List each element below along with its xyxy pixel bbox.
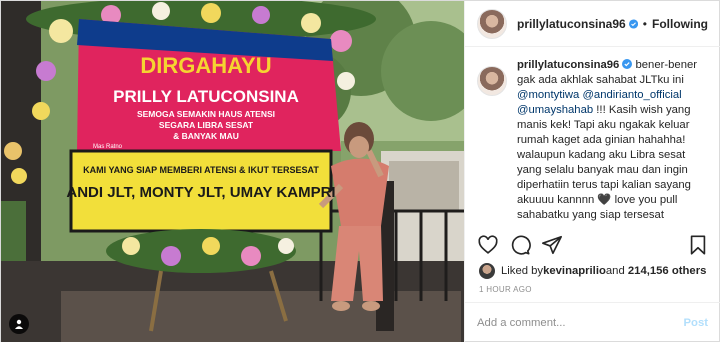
comment-input[interactable]	[477, 316, 684, 329]
instagram-post: DIRGAHAYU PRILLY LATUCONSINA SEMOGA SEMA…	[0, 0, 720, 342]
action-bar	[477, 233, 709, 257]
author-avatar[interactable]	[477, 8, 507, 39]
share-icon[interactable]	[541, 234, 563, 256]
comment-bar: Post	[465, 302, 720, 342]
liker-avatar[interactable]	[479, 263, 495, 279]
banner-line-1: SEMOGA SEMAKIN HAUS ATENSI	[137, 109, 275, 119]
banner-title: DIRGAHAYU	[140, 53, 271, 78]
likes-prefix: Liked by	[501, 265, 544, 277]
post-sidebar: prillylatuconsina96 • Following prillyla…	[464, 1, 720, 342]
photo-illustration: DIRGAHAYU PRILLY LATUCONSINA SEMOGA SEMA…	[1, 1, 464, 342]
mention-andirianto[interactable]: @andirianto_official	[582, 89, 681, 101]
likes-summary: Liked by kevinaprilio and 214,156 others	[479, 263, 706, 279]
caption-text: prillylatuconsina96 bener-bener gak ada …	[517, 58, 708, 224]
likes-count[interactable]: 214,156 others	[628, 265, 707, 277]
caption-username[interactable]: prillylatuconsina96	[517, 59, 619, 71]
banner-line-2: SEGARA LIBRA SESAT	[159, 120, 254, 130]
following-button[interactable]: Following	[652, 17, 708, 31]
likes-middle: and	[605, 265, 625, 277]
mention-montytiwa[interactable]: @montytiwa	[517, 89, 579, 101]
post-header: prillylatuconsina96 • Following	[465, 1, 720, 47]
board-line-1: KAMI YANG SIAP MEMBERI ATENSI & IKUT TER…	[83, 165, 319, 175]
separator-dot: •	[642, 16, 647, 31]
liker-username[interactable]: kevinaprilio	[543, 265, 606, 277]
banner-line-3: & BANYAK MAU	[173, 131, 239, 141]
banner-small-label: Mas Ratno	[93, 144, 123, 150]
post-photo[interactable]: DIRGAHAYU PRILLY LATUCONSINA SEMOGA SEMA…	[1, 1, 464, 342]
author-username[interactable]: prillylatuconsina96	[517, 17, 626, 31]
post-caption: prillylatuconsina96 bener-bener gak ada …	[465, 58, 720, 224]
post-comment-button[interactable]: Post	[684, 317, 708, 329]
caption-avatar[interactable]	[477, 66, 507, 96]
mention-umayshahab[interactable]: @umayshahab	[517, 104, 593, 116]
verified-icon	[622, 59, 633, 69]
bookmark-icon[interactable]	[687, 234, 709, 256]
post-timestamp[interactable]: 1 HOUR AGO	[479, 285, 532, 294]
caption-part-2: !!! Kasih wish yang manis kek! Tapi aku …	[517, 104, 691, 221]
board-line-2: ANDI JLT, MONTY JLT, UMAY KAMPRI	[66, 184, 335, 201]
banner-name: PRILLY LATUCONSINA	[113, 87, 299, 106]
verified-icon	[628, 18, 638, 29]
heart-icon[interactable]	[477, 234, 499, 256]
comment-icon[interactable]	[509, 234, 531, 256]
user-tag-icon[interactable]	[9, 314, 29, 334]
